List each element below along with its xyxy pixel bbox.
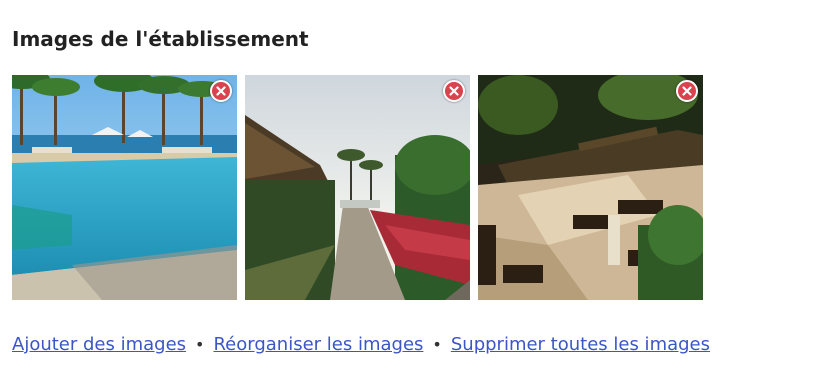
remove-image-button[interactable]: [443, 80, 465, 102]
gallery-image-1[interactable]: [12, 75, 237, 300]
lobby-photo: [478, 75, 703, 300]
close-icon: [449, 86, 459, 96]
image-actions: Ajouter des images • Réorganiser les image…: [12, 333, 710, 357]
close-icon: [216, 86, 226, 96]
add-images-link[interactable]: Ajouter des images: [12, 334, 186, 355]
gallery-image-2[interactable]: [245, 75, 470, 300]
separator: •: [195, 335, 205, 354]
separator: •: [432, 335, 442, 354]
pool-photo: [12, 75, 237, 300]
section-title: Images de l'établissement: [12, 27, 309, 51]
delete-all-images-link[interactable]: Supprimer toutes les images: [451, 334, 710, 355]
reorder-images-link[interactable]: Réorganiser les images: [213, 334, 423, 355]
image-gallery: [12, 75, 703, 300]
close-icon: [682, 86, 692, 96]
gallery-image-3[interactable]: [478, 75, 703, 300]
pathway-photo: [245, 75, 470, 300]
remove-image-button[interactable]: [210, 80, 232, 102]
remove-image-button[interactable]: [676, 80, 698, 102]
